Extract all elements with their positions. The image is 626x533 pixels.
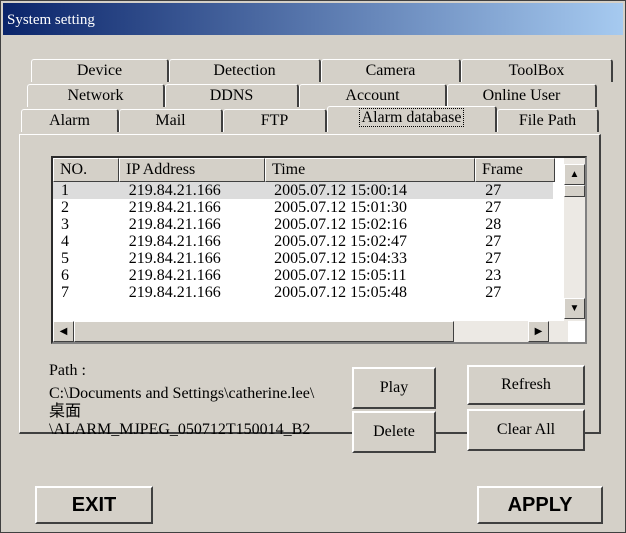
scroll-up-icon[interactable]: ▲	[564, 164, 585, 185]
cell-ip: 219.84.21.166	[128, 216, 221, 233]
list-row[interactable]: 7 219.84.21.166 2005.07.12 15:05:48 27	[53, 284, 553, 301]
tab-row-1: Device Detection Camera ToolBox	[31, 59, 613, 82]
cell-frame: 27	[485, 199, 502, 216]
tab-camera[interactable]: Camera	[321, 59, 461, 82]
list-row[interactable]: 2 219.84.21.166 2005.07.12 15:01:30 27	[53, 199, 553, 216]
cell-time: 2005.07.12 15:04:33	[274, 250, 408, 267]
list-rows: 1 219.84.21.166 2005.07.12 15:00:14 27 2…	[53, 182, 553, 301]
tab-row-2: Network DDNS Account Online User	[27, 84, 597, 107]
cell-frame: 27	[485, 284, 502, 301]
vertical-scrollbar[interactable]: ▲ ▼	[564, 158, 585, 321]
cell-ip: 219.84.21.166	[128, 284, 221, 301]
cell-frame: 28	[485, 216, 502, 233]
list-row[interactable]: 4 219.84.21.166 2005.07.12 15:02:47 27	[53, 233, 553, 250]
cell-ip: 219.84.21.166	[128, 250, 221, 267]
cell-frame: 27	[485, 250, 502, 267]
cell-no: 2	[61, 199, 69, 216]
tab-alarm[interactable]: Alarm	[21, 109, 119, 132]
scroll-right-icon[interactable]: ▶	[528, 321, 549, 342]
tab-ddns[interactable]: DDNS	[165, 84, 299, 107]
tab-detection[interactable]: Detection	[169, 59, 321, 82]
delete-button[interactable]: Delete	[352, 411, 436, 453]
tab-alarm-database[interactable]: Alarm database	[327, 106, 497, 132]
path-line-2: 桌面	[49, 403, 82, 420]
path-line-1: C:\Documents and Settings\catherine.lee\	[49, 385, 315, 402]
cell-frame: 23	[485, 267, 502, 284]
header-no[interactable]: NO.	[53, 158, 119, 182]
cell-time: 2005.07.12 15:05:48	[274, 284, 408, 301]
cell-no: 7	[61, 284, 69, 301]
cell-ip: 219.84.21.166	[128, 182, 221, 199]
path-value: C:\Documents and Settings\catherine.lee\…	[49, 385, 345, 441]
list-row[interactable]: 6 219.84.21.166 2005.07.12 15:05:11 23	[53, 267, 553, 284]
cell-no: 6	[61, 267, 69, 284]
cell-time: 2005.07.12 15:02:47	[274, 233, 408, 250]
list-row[interactable]: 3 219.84.21.166 2005.07.12 15:02:16 28	[53, 216, 553, 233]
system-setting-window: System setting Device Detection Camera T…	[0, 0, 626, 533]
cell-ip: 219.84.21.166	[128, 233, 221, 250]
tab-ftp[interactable]: FTP	[223, 109, 327, 132]
scroll-down-icon[interactable]: ▼	[564, 298, 585, 319]
cell-no: 4	[61, 233, 69, 250]
cell-no: 5	[61, 250, 69, 267]
tab-mail[interactable]: Mail	[119, 109, 223, 132]
tab-online-user[interactable]: Online User	[447, 84, 597, 107]
tab-account[interactable]: Account	[299, 84, 447, 107]
tab-file-path[interactable]: File Path	[497, 109, 599, 132]
cell-time: 2005.07.12 15:05:11	[274, 267, 407, 284]
cell-time: 2005.07.12 15:00:14	[274, 182, 408, 199]
tab-row-3: Alarm Mail FTP Alarm database File Path	[21, 106, 599, 132]
play-button[interactable]: Play	[352, 367, 436, 409]
cell-frame: 27	[485, 182, 502, 199]
scroll-left-icon[interactable]: ◀	[53, 321, 74, 342]
cell-ip: 219.84.21.166	[128, 199, 221, 216]
tab-toolbox[interactable]: ToolBox	[461, 59, 613, 82]
clear-all-button[interactable]: Clear All	[467, 409, 585, 451]
tab-device[interactable]: Device	[31, 59, 169, 82]
list-header: NO. IP Address Time Frame	[53, 158, 555, 182]
path-line-3: \ALARM_MJPEG_050712T150014_B2	[49, 421, 311, 438]
list-row[interactable]: 5 219.84.21.166 2005.07.12 15:04:33 27	[53, 250, 553, 267]
path-label: Path :	[49, 362, 86, 379]
window-title: System setting	[7, 12, 95, 28]
apply-button[interactable]: APPLY	[477, 486, 603, 524]
refresh-button[interactable]: Refresh	[467, 365, 585, 405]
vertical-scroll-thumb[interactable]	[564, 185, 585, 197]
horizontal-scroll-thumb[interactable]	[74, 321, 454, 342]
tab-network[interactable]: Network	[27, 84, 165, 107]
horizontal-scrollbar[interactable]: ◀ ▶	[53, 321, 568, 342]
cell-no: 3	[61, 216, 69, 233]
cell-no: 1	[61, 182, 69, 199]
cell-ip: 219.84.21.166	[128, 267, 221, 284]
cell-time: 2005.07.12 15:01:30	[274, 199, 408, 216]
header-ip-address[interactable]: IP Address	[119, 158, 265, 182]
header-time[interactable]: Time	[265, 158, 475, 182]
tab-alarm-database-label: Alarm database	[358, 108, 465, 127]
alarm-list[interactable]: NO. IP Address Time Frame 1 219.84.21.16…	[51, 156, 587, 344]
list-row[interactable]: 1 219.84.21.166 2005.07.12 15:00:14 27	[53, 182, 553, 199]
title-bar[interactable]: System setting	[3, 3, 623, 35]
header-frame[interactable]: Frame	[475, 158, 555, 182]
cell-frame: 27	[485, 233, 502, 250]
exit-button[interactable]: EXIT	[35, 486, 153, 524]
cell-time: 2005.07.12 15:02:16	[274, 216, 408, 233]
